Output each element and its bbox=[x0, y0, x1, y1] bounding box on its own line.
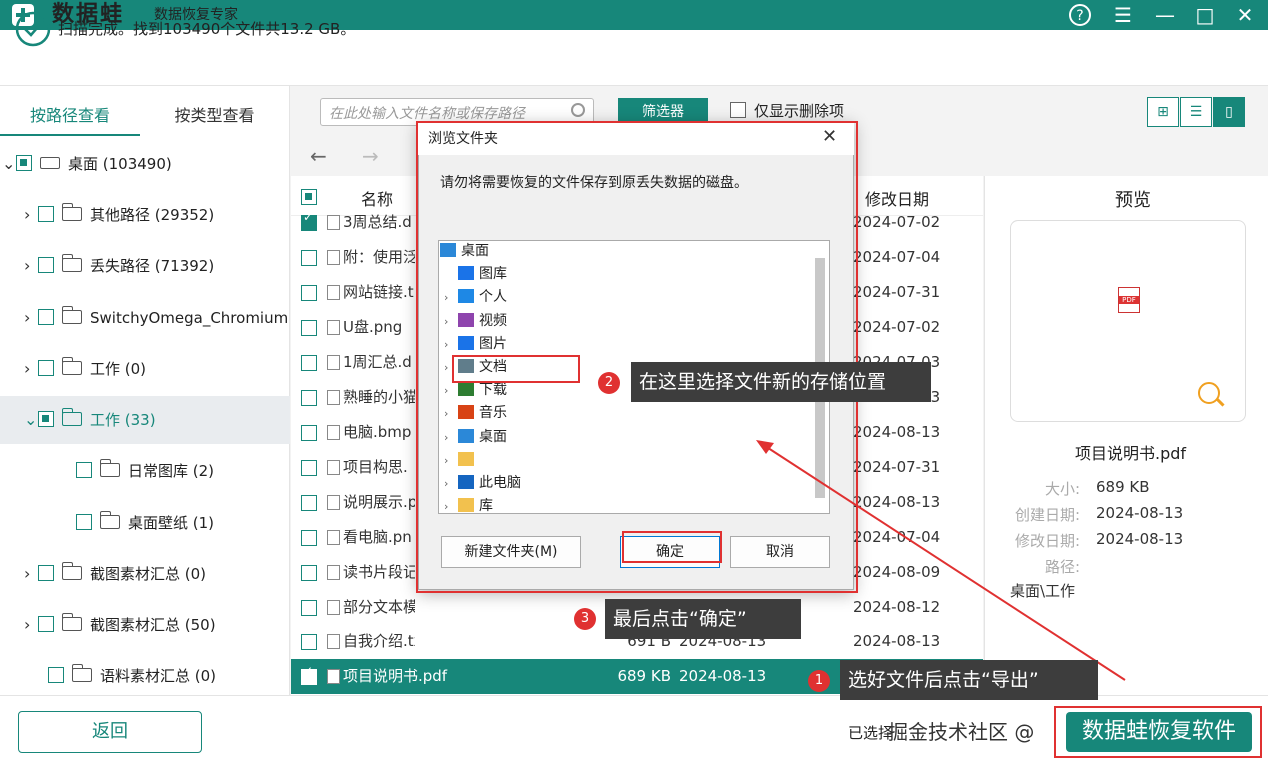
step-3-callout: 最后点击“确定” bbox=[605, 599, 801, 639]
step-3-badge: 3 bbox=[574, 608, 596, 630]
step-1-badge: 1 bbox=[808, 670, 830, 692]
step-2-badge: 2 bbox=[598, 372, 620, 394]
step-1-callout: 选好文件后点击“导出” bbox=[840, 660, 1098, 700]
step-2-callout: 在这里选择文件新的存储位置 bbox=[631, 362, 931, 402]
